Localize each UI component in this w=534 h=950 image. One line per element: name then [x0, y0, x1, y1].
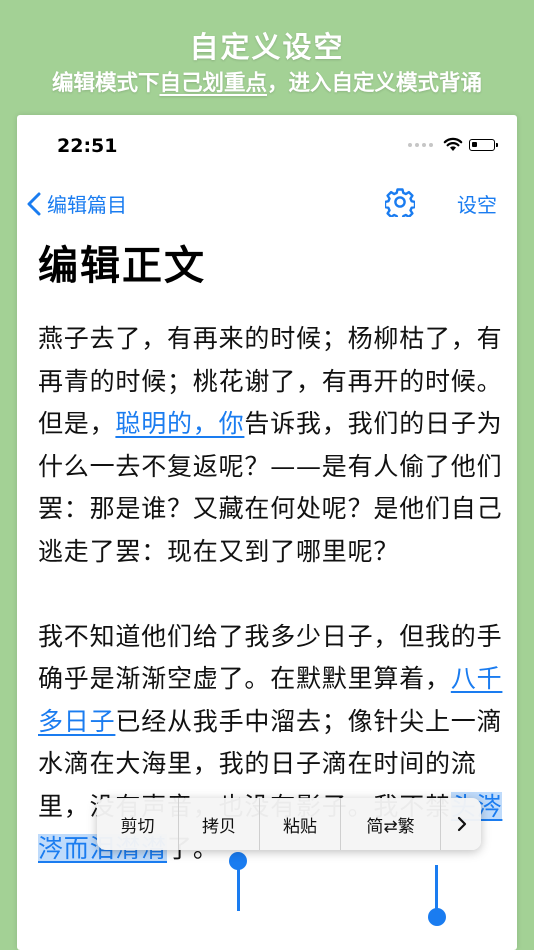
promo-subtitle-post: ，进入自定义模式背诵: [267, 71, 483, 96]
promo-subtitle-highlight: 自己划重点: [159, 71, 267, 96]
phone-screen: 22:51 编辑篇目 设空 编辑正文 燕子去了，有再来的时候；杨柳枯了，有再青的…: [17, 115, 517, 950]
selection-start-handle[interactable]: [229, 852, 247, 870]
paragraph-2-text-a: 我不知道他们给了我多少日子，但我的手确乎是渐渐空虚了。在默默里算着，: [38, 621, 503, 694]
back-button[interactable]: 编辑篇目: [27, 189, 127, 218]
back-button-label: 编辑篇目: [47, 193, 127, 217]
menu-convert-script[interactable]: 简⇄繁: [341, 798, 441, 850]
promo-title: 自定义设空: [189, 30, 345, 64]
page-title: 编辑正文: [38, 243, 206, 289]
chevron-left-icon: [27, 192, 41, 215]
marked-phrase[interactable]: 聪明的，你: [115, 409, 244, 438]
status-time: 22:51: [57, 135, 118, 157]
battery-icon: [469, 138, 498, 151]
selection-start-handle-bar[interactable]: [237, 865, 240, 911]
menu-copy[interactable]: 拷贝: [179, 798, 260, 850]
edit-context-menu: 剪切 拷贝 粘贴 简⇄繁: [97, 798, 481, 850]
status-icons: [408, 137, 498, 152]
selection-end-handle[interactable]: [428, 908, 446, 926]
menu-more[interactable]: [441, 798, 481, 850]
menu-cut[interactable]: 剪切: [97, 798, 179, 850]
chevron-right-icon: [457, 816, 466, 832]
promo-subtitle: 编辑模式下自己划重点，进入自定义模式背诵: [0, 66, 534, 97]
text-editor[interactable]: 燕子去了，有再来的时候；杨柳枯了，有再青的时候；桃花谢了，有再开的时候。但是，聪…: [38, 318, 504, 871]
paragraph-1: 燕子去了，有再来的时候；杨柳枯了，有再青的时候；桃花谢了，有再开的时候。但是，聪…: [38, 318, 504, 573]
selection-end-handle-bar[interactable]: [435, 865, 438, 911]
gear-icon[interactable]: [385, 187, 415, 217]
promo-subtitle-pre: 编辑模式下: [51, 71, 160, 96]
menu-paste[interactable]: 粘贴: [260, 798, 341, 850]
set-blanks-button[interactable]: 设空: [457, 189, 497, 218]
wifi-icon: [443, 137, 463, 151]
signal-dots-icon: [408, 142, 433, 147]
